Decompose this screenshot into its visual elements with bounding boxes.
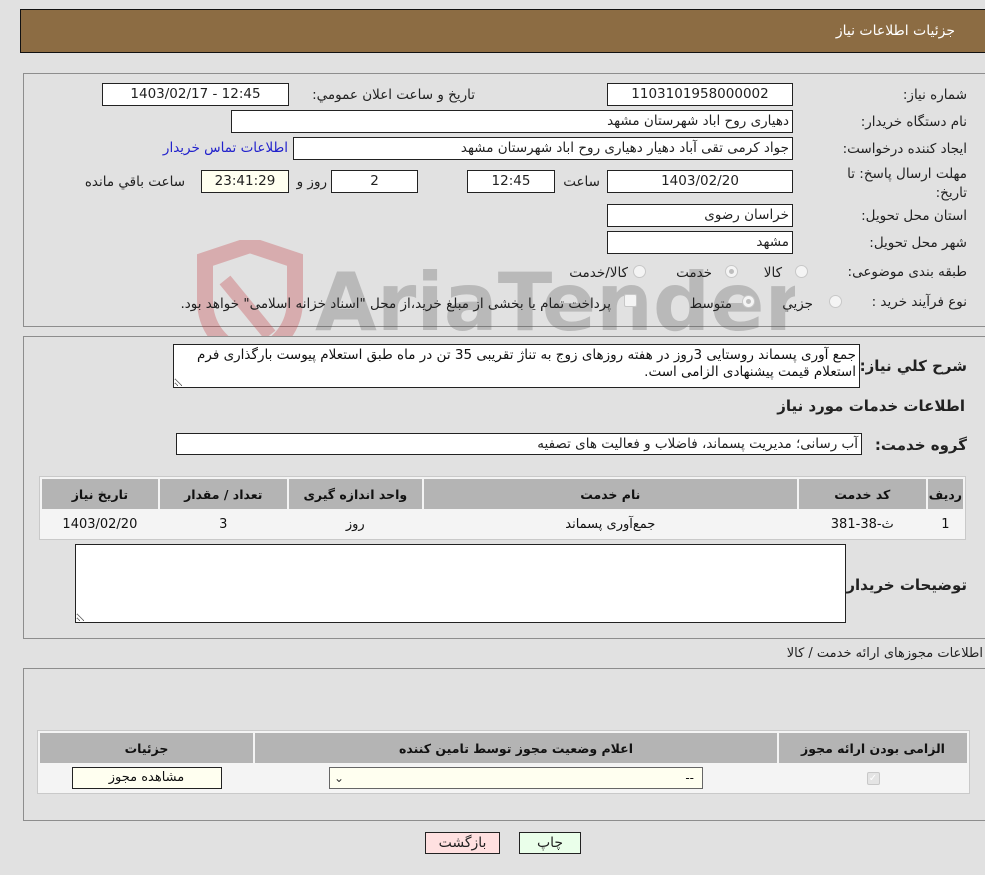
service-group-label: گروه خدمت: [874, 436, 967, 454]
announce-field: 1403/02/17 - 12:45 [102, 83, 289, 106]
category-radio-service[interactable] [725, 265, 738, 278]
col-quantity: تعداد / مقدار [159, 479, 287, 509]
services-section-title: اطلاعات خدمات مورد نیاز [777, 397, 965, 415]
remaining-label: ساعت باقي مانده [84, 174, 185, 190]
city-label: شهر محل تحویل: [869, 235, 967, 251]
description-textarea[interactable] [173, 344, 860, 388]
cell-service-code: ث-38-381 [798, 511, 926, 537]
category-option-goods: کالا [763, 265, 782, 281]
remaining-time-field: 23:41:29 [201, 170, 289, 193]
col-unit: واحد اندازه گیری [288, 479, 422, 509]
cell-permit-details: مشاهده مجوز [40, 765, 253, 791]
description-label: شرح کلي نیاز: [859, 357, 967, 375]
treasury-note: پرداخت تمام یا بخشی از مبلغ خرید،از محل … [180, 296, 611, 312]
col-row-number: ردیف [927, 479, 963, 509]
category-radio-goods[interactable] [795, 265, 808, 278]
category-label: طبقه بندی موضوعی: [847, 264, 967, 280]
announce-label: تاریخ و ساعت اعلان عمومي: [312, 87, 475, 103]
page-header: جزئیات اطلاعات نیاز [20, 9, 985, 53]
permit-status-select[interactable]: -- ⌄ [329, 767, 703, 789]
province-label: استان محل تحویل: [861, 208, 967, 224]
cell-quantity: 3 [159, 511, 287, 537]
col-need-date: تاریخ نیاز [42, 479, 158, 509]
creator-field: جواد کرمی تقی آباد دهیار دهیاری روح اباد… [293, 137, 793, 160]
process-option-medium: متوسط [689, 296, 732, 312]
process-radio-medium[interactable] [742, 295, 755, 308]
back-button[interactable]: بازگشت [425, 832, 500, 854]
city-field: مشهد [607, 231, 793, 254]
process-label: نوع فرآیند خرید : [871, 294, 967, 310]
service-group-field: آب رسانی؛ مدیریت پسماند، فاضلاب و فعالیت… [176, 433, 862, 455]
view-permit-button[interactable]: مشاهده مجوز [71, 767, 222, 789]
buyer-org-label: نام دستگاه خریدار: [860, 114, 967, 130]
permits-section-title: اطلاعات مجوزهای ارائه خدمت / کالا [786, 646, 983, 661]
process-option-minor: جزیي [782, 296, 813, 312]
deadline-label: مهلت ارسال پاسخ: تا تاریخ: [847, 166, 967, 201]
days-label: روز و [296, 174, 327, 190]
category-radio-goods-service[interactable] [633, 265, 646, 278]
deadline-time-label: ساعت [563, 174, 600, 190]
col-permit-details: جزئیات [40, 733, 253, 763]
need-number-field: 1103101958000002 [607, 83, 793, 106]
col-permit-required: الزامی بودن ارائه مجوز [779, 733, 967, 763]
creator-label: ایجاد کننده درخواست: [842, 141, 967, 157]
col-service-name: نام خدمت [423, 479, 797, 509]
treasury-checkbox[interactable] [624, 294, 637, 307]
chevron-down-icon: ⌄ [334, 771, 345, 785]
province-field: خراسان رضوی [607, 204, 793, 227]
buyer-notes-label: توضیحات خریدار: [840, 576, 967, 594]
cell-row-number: 1 [927, 511, 963, 537]
permits-table-header: الزامی بودن ارائه مجوز اعلام وضعیت مجوز … [40, 733, 967, 763]
permit-required-checkbox: ✓ [866, 771, 880, 785]
days-remaining-field: 2 [331, 170, 418, 193]
cell-need-date: 1403/02/20 [42, 511, 158, 537]
cell-unit: روز [288, 511, 422, 537]
process-radio-minor[interactable] [829, 295, 842, 308]
deadline-time-field: 12:45 [467, 170, 555, 193]
table-row: ✓ -- ⌄ مشاهده مجوز [40, 765, 967, 791]
cell-permit-status: -- ⌄ [255, 765, 777, 791]
col-permit-status: اعلام وضعیت مجوز توسط تامین کننده [255, 733, 777, 763]
permits-table: الزامی بودن ارائه مجوز اعلام وضعیت مجوز … [37, 730, 970, 794]
permit-status-value: -- [685, 771, 694, 785]
services-table-header: ردیف کد خدمت نام خدمت واحد اندازه گیری ت… [42, 479, 963, 509]
need-number-label: شماره نیاز: [902, 87, 967, 103]
page-title: جزئیات اطلاعات نیاز [835, 23, 955, 39]
category-option-service: خدمت [676, 265, 712, 281]
table-row: 1 ث-38-381 جمع‌آوری پسماند روز 3 1403/02… [42, 511, 963, 537]
buyer-notes-textarea[interactable] [75, 544, 846, 623]
col-service-code: کد خدمت [798, 479, 926, 509]
buyer-contact-link[interactable]: اطلاعات تماس خریدار [163, 140, 288, 156]
print-button[interactable]: چاپ [519, 832, 581, 854]
category-option-goods-service: کالا/خدمت [569, 265, 628, 281]
cell-permit-required: ✓ [779, 765, 967, 791]
cell-service-name: جمع‌آوری پسماند [423, 511, 797, 537]
buyer-org-field: دهیاری روح اباد شهرستان مشهد [231, 110, 793, 133]
deadline-date-field: 1403/02/20 [607, 170, 793, 193]
services-table: ردیف کد خدمت نام خدمت واحد اندازه گیری ت… [39, 476, 966, 540]
